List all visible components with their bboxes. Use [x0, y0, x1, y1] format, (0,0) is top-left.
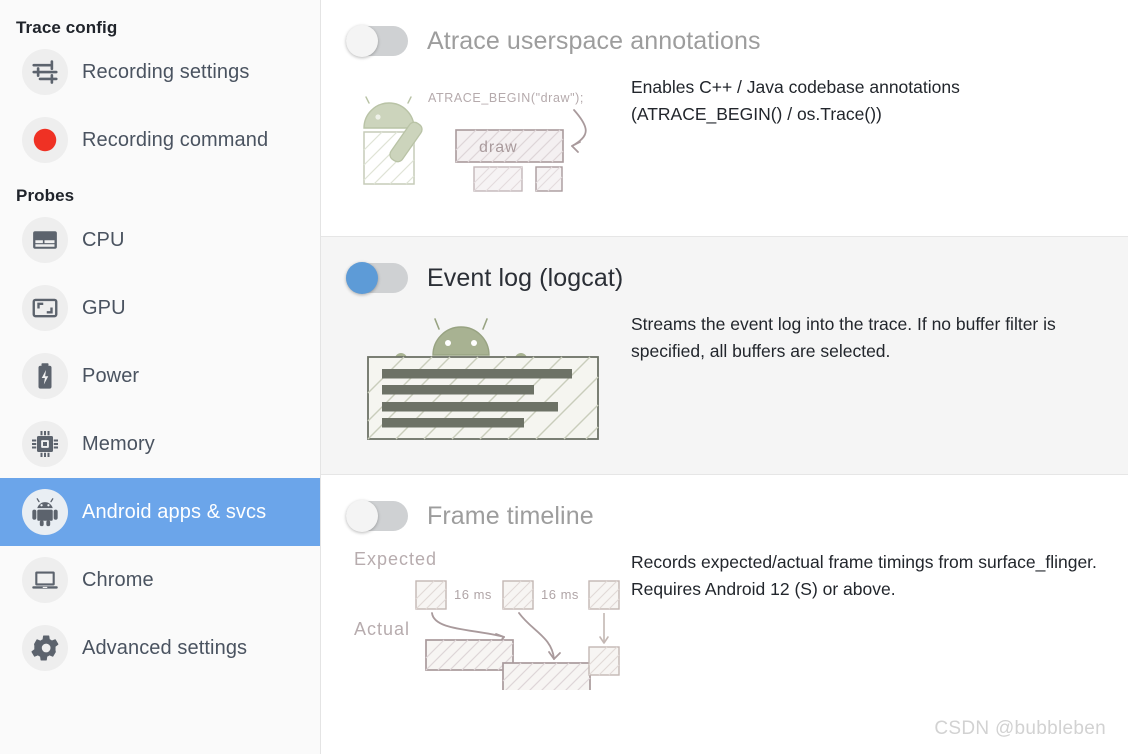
- logcat-sketch: [346, 307, 631, 447]
- atrace-code-label: ATRACE_BEGIN("draw");: [428, 91, 584, 105]
- probe-description: Streams the event log into the trace. If…: [631, 314, 1056, 362]
- toggle-event-log-logcat[interactable]: [346, 262, 408, 294]
- sidebar-item-label: Memory: [82, 432, 155, 455]
- android-robot-icon: [22, 489, 68, 535]
- atrace-slice-label: draw: [479, 139, 518, 156]
- probe-body: ATRACE_BEGIN("draw"); draw Enables C++ /…: [321, 64, 1128, 210]
- gear-icon: [22, 625, 68, 671]
- toggle-knob: [346, 500, 378, 532]
- probe-body: Streams the event log into the trace. If…: [321, 301, 1128, 447]
- toggle-atrace-userspace-annotations[interactable]: [346, 25, 408, 57]
- probe-description: Records expected/actual frame timings fr…: [631, 552, 1097, 600]
- sidebar-item-recording-settings[interactable]: Recording settings: [0, 38, 320, 106]
- sidebar-section-title-probes: Probes: [16, 186, 75, 205]
- probe-header: Atrace userspace annotations: [321, 18, 1128, 64]
- probe-description: Enables C++ / Java codebase annotations …: [631, 77, 960, 125]
- sidebar-item-label: CPU: [82, 228, 125, 251]
- sidebar-item-memory[interactable]: Memory: [0, 410, 320, 478]
- probe-header: Event log (logcat): [321, 255, 1128, 301]
- sidebar-item-label: Android apps & svcs: [82, 500, 267, 523]
- frame-gap-label-2: 16 ms: [541, 587, 579, 602]
- probe-title: Atrace userspace annotations: [427, 26, 761, 55]
- sidebar-item-label: Advanced settings: [82, 636, 248, 659]
- battery-bolt-icon: [22, 353, 68, 399]
- frame-row-actual-label: Actual: [354, 619, 410, 639]
- probes-panel: Atrace userspace annotations ATRACE_BEGI…: [321, 0, 1128, 754]
- frame-timeline-sketch: Expected Actual 16 ms 16 ms: [346, 545, 631, 690]
- probe-title: Frame timeline: [427, 501, 594, 530]
- frame-gap-label-1: 16 ms: [454, 587, 492, 602]
- probe-title: Event log (logcat): [427, 263, 624, 292]
- sidebar-item-label: Chrome: [82, 568, 154, 591]
- gpu-screen-icon: [22, 285, 68, 331]
- sidebar-item-power[interactable]: Power: [0, 342, 320, 410]
- frame-row-expected-label: Expected: [354, 549, 437, 569]
- laptop-icon: [22, 557, 68, 603]
- probe-body: Expected Actual 16 ms 16 ms Records expe…: [321, 539, 1128, 690]
- sidebar-item-gpu[interactable]: GPU: [0, 274, 320, 342]
- sidebar-list-trace-config: Recording settings Recording command: [0, 38, 320, 174]
- sidebar-item-cpu[interactable]: CPU: [0, 206, 320, 274]
- sidebar-item-android-apps-svcs[interactable]: Android apps & svcs: [0, 478, 320, 546]
- sidebar-item-advanced-settings[interactable]: Advanced settings: [0, 614, 320, 682]
- probe-card-frame-timeline: Frame timeline Expected Actual 16 ms 16 …: [321, 475, 1128, 754]
- record-circle-icon: [22, 117, 68, 163]
- sidebar-section-title-trace-config: Trace config: [16, 18, 118, 37]
- sidebar-item-chrome[interactable]: Chrome: [0, 546, 320, 614]
- sidebar: Trace config Recording settings Recordin…: [0, 0, 321, 754]
- sidebar-item-label: GPU: [82, 296, 126, 319]
- sidebar-item-label: Recording settings: [82, 60, 250, 83]
- toggle-knob: [346, 25, 378, 57]
- tune-sliders-icon: [22, 49, 68, 95]
- probe-card-event-log-logcat: Event log (logcat) Streams the event log…: [321, 237, 1128, 475]
- toggle-knob: [346, 262, 378, 294]
- sidebar-item-label: Power: [82, 364, 140, 387]
- sidebar-item-recording-command[interactable]: Recording command: [0, 106, 320, 174]
- atrace-sketch: ATRACE_BEGIN("draw"); draw: [346, 70, 631, 210]
- sidebar-list-probes: CPU GPU Power Memory Android apps & svcs…: [0, 206, 320, 682]
- sidebar-item-label: Recording command: [82, 128, 269, 151]
- perfetto-record-page: Trace config Recording settings Recordin…: [0, 0, 1128, 754]
- probe-header: Frame timeline: [321, 493, 1128, 539]
- watermark: CSDN @bubbleben: [934, 718, 1106, 739]
- cpu-chip-icon: [22, 217, 68, 263]
- toggle-frame-timeline[interactable]: [346, 500, 408, 532]
- probe-card-atrace-userspace-annotations: Atrace userspace annotations ATRACE_BEGI…: [321, 0, 1128, 237]
- memory-chip-icon: [22, 421, 68, 467]
